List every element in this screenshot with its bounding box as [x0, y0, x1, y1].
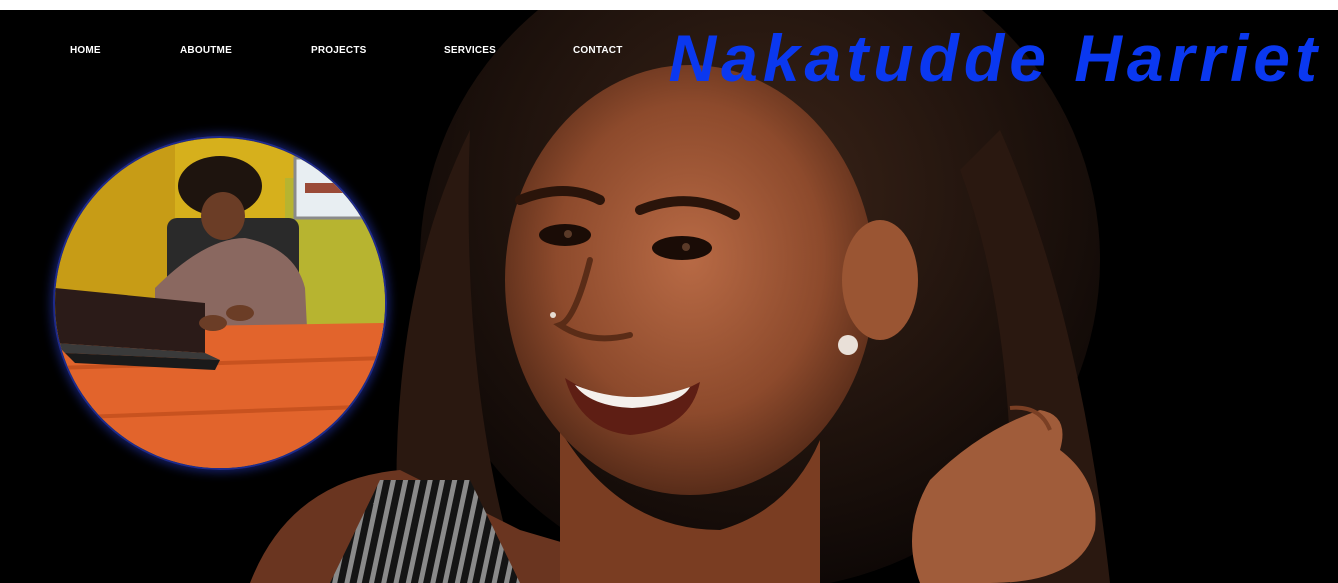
profile-photo-avatar	[53, 136, 387, 470]
nav-projects-link[interactable]: PROJECTS	[311, 45, 367, 56]
site-title: Nakatudde Harriet	[668, 21, 1322, 95]
nav-aboutme-link[interactable]: ABOUTME	[180, 45, 232, 56]
main-nav: HOME ABOUTME PROJECTS SERVICES CONTACT	[0, 45, 680, 59]
hero-section: HOME ABOUTME PROJECTS SERVICES CONTACT N…	[0, 10, 1338, 583]
nav-services-link[interactable]: SERVICES	[444, 45, 496, 56]
profile-photo-image	[55, 138, 385, 468]
nav-home-link[interactable]: HOME	[70, 45, 101, 56]
nav-contact-link[interactable]: CONTACT	[573, 45, 623, 56]
